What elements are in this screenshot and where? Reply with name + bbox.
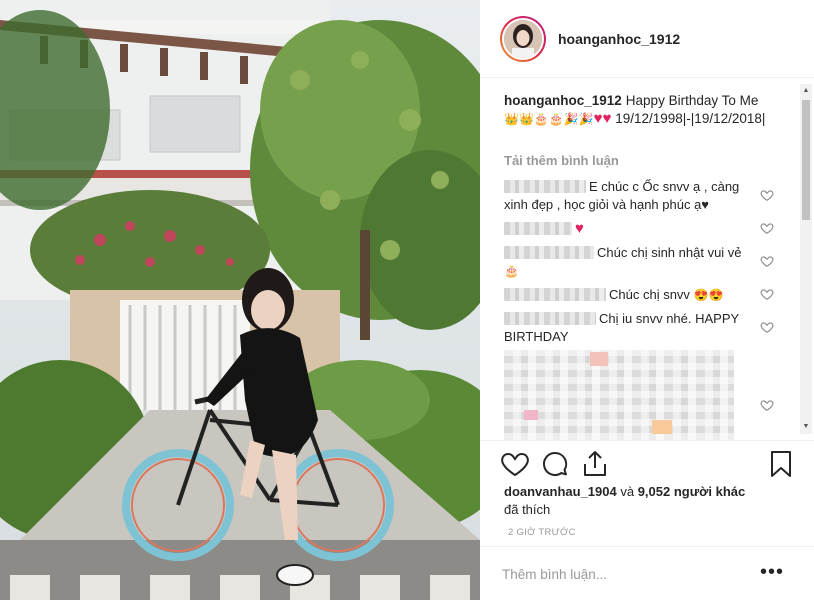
comment-item: Chúc chị snvv 😍😍 (504, 286, 752, 304)
comment-like-heart-icon[interactable] (760, 398, 774, 412)
cake-emoji-icon: 🎂 (504, 264, 519, 278)
blurred-username[interactable] (504, 246, 594, 259)
bookmark-icon[interactable] (766, 449, 796, 479)
comment-item: E chúc c Ốc snvv ạ , càng xinh đẹp , học… (504, 178, 752, 214)
likes-summary: doanvanhau_1904 và 9,052 người khác đã t… (504, 483, 764, 519)
add-comment-bar: ••• (480, 546, 814, 600)
scrollbar-thumb[interactable] (802, 100, 810, 220)
avatar-story-ring[interactable] (500, 15, 546, 62)
comment-like-heart-icon[interactable] (760, 320, 774, 334)
speech-bubble-icon[interactable] (540, 449, 570, 479)
liker-username-link[interactable]: doanvanhau_1904 (504, 484, 617, 499)
caption-username-link[interactable]: hoanganhoc_1912 (504, 93, 622, 108)
crown-emoji-icon: 👑👑🎂🎂🎉🎉 (504, 112, 594, 126)
comment-like-heart-icon[interactable] (760, 287, 774, 301)
more-horizontal-icon[interactable]: ••• (760, 562, 784, 582)
blurred-emoji (652, 420, 672, 434)
heart-eyes-emoji-icon: 😍😍 (693, 288, 724, 302)
blurred-username[interactable] (504, 312, 596, 325)
comments-list[interactable]: hoanganhoc_1912 Happy Birthday To Me 👑👑🎂🎂… (480, 78, 814, 440)
post-timestamp[interactable]: 2 GIỜ TRƯỚC (508, 527, 576, 538)
scroll-up-arrow-icon[interactable]: ▲ (800, 84, 812, 98)
likes-connector: và (620, 484, 635, 499)
post-photo[interactable] (0, 0, 480, 600)
post-photo-illustration (0, 0, 480, 600)
caption-dates: 19/12/1998|-|19/12/2018| (615, 111, 766, 126)
blurred-comments-block (504, 350, 734, 440)
post-caption: hoanganhoc_1912 Happy Birthday To Me 👑👑🎂🎂… (504, 92, 766, 128)
comment-item: Chúc chị sinh nhật vui vẻ 🎂 (504, 244, 752, 280)
header-username-link[interactable]: hoanganhoc_1912 (558, 31, 680, 47)
comment-item: ♥ (504, 220, 752, 238)
heart-outline-icon[interactable] (500, 449, 530, 479)
blurred-emoji (524, 410, 538, 420)
blurred-username[interactable] (504, 288, 606, 301)
share-upload-icon[interactable] (580, 449, 610, 479)
red-heart-emoji-icon: ♥♥ (593, 110, 612, 127)
blurred-username[interactable] (504, 180, 586, 193)
caption-text: Happy Birthday To Me (625, 93, 759, 108)
post-actions: doanvanhau_1904 và 9,052 người khác đã t… (480, 440, 814, 546)
load-more-comments-link[interactable]: Tải thêm bình luận (504, 153, 619, 168)
post-header: hoanganhoc_1912 (480, 0, 814, 78)
comment-like-heart-icon[interactable] (760, 254, 774, 268)
avatar-image (504, 19, 542, 58)
scroll-down-arrow-icon[interactable]: ▼ (800, 420, 812, 434)
comment-text: Chúc chị snvv (609, 287, 690, 302)
red-heart-emoji-icon: ♥ (575, 220, 584, 237)
comment-like-heart-icon[interactable] (760, 221, 774, 235)
comment-like-heart-icon[interactable] (760, 188, 774, 202)
comments-scrollbar[interactable]: ▲ ▼ (800, 84, 812, 434)
comment-input[interactable] (502, 563, 742, 585)
post-side-panel: hoanganhoc_1912 hoanganhoc_1912 Happy Bir… (480, 0, 814, 600)
likes-count-link[interactable]: 9,052 người khác (638, 484, 746, 499)
avatar[interactable] (502, 17, 544, 60)
blurred-emoji (590, 352, 608, 366)
blurred-username[interactable] (504, 222, 572, 235)
comment-text: Chúc chị sinh nhật vui vẻ (597, 245, 742, 260)
likes-suffix: đã thích (504, 502, 551, 517)
comment-item: Chị iu snvv nhé. HAPPY BIRTHDAY (504, 310, 752, 346)
